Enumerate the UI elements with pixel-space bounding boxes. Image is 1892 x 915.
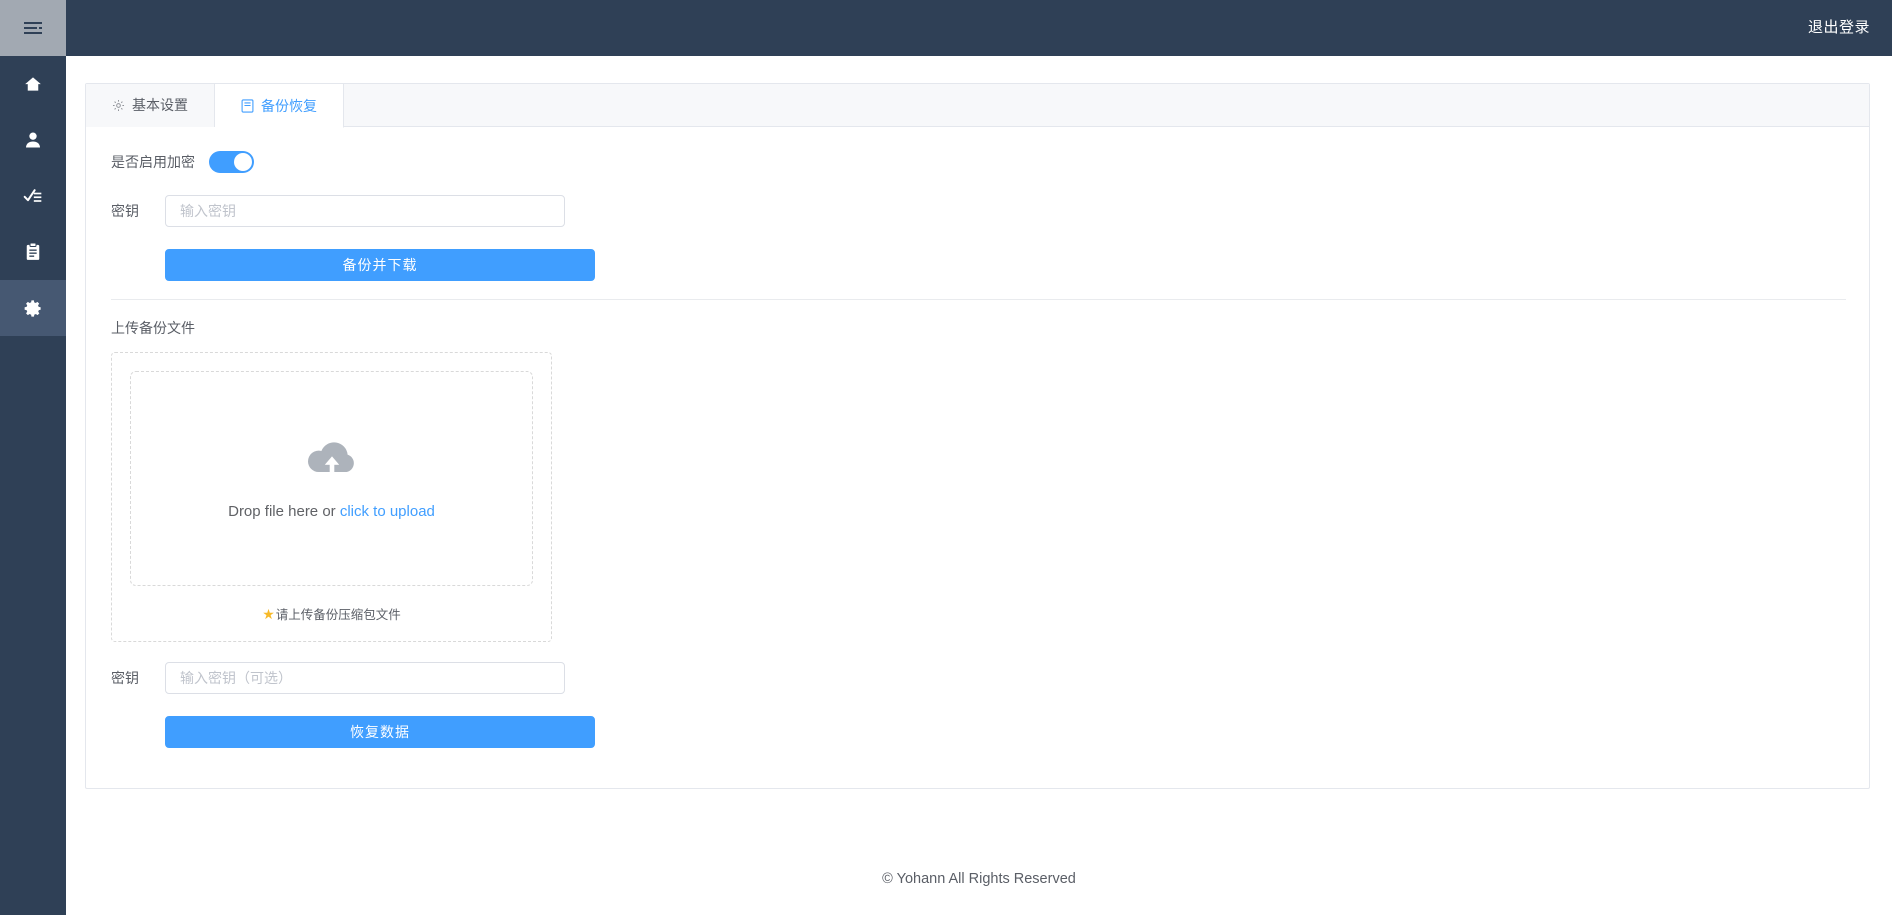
sidebar-nav-list xyxy=(0,56,66,336)
upload-drop-prefix: Drop file here or xyxy=(228,502,340,520)
sidebar-item-tasks[interactable] xyxy=(0,168,66,224)
backup-button-row: 备份并下载 xyxy=(165,249,1844,281)
footer-copyright: © Yohann All Rights Reserved xyxy=(882,871,1076,887)
sidebar xyxy=(0,0,66,915)
app-root: 退出登录 基本设置 备份恢复 是否启用加密 密钥 输入密钥 备份并下载 上传备份… xyxy=(0,0,1892,915)
backup-key-input[interactable] xyxy=(165,195,565,227)
upload-tip: ★ 请上传备份压缩包文件 xyxy=(130,604,533,623)
user-icon xyxy=(23,130,43,150)
section-divider xyxy=(111,299,1846,300)
upload-section-label: 上传备份文件 xyxy=(111,320,195,336)
encryption-toggle[interactable] xyxy=(209,151,254,173)
restore-data-button[interactable]: 恢复数据 xyxy=(165,716,595,748)
sidebar-item-home[interactable] xyxy=(0,56,66,112)
restore-key-label: 密钥 xyxy=(111,670,139,686)
gear-icon xyxy=(24,299,43,318)
backup-key-row: 密钥 xyxy=(111,195,1844,227)
content-area: 基本设置 备份恢复 是否启用加密 密钥 输入密钥 备份并下载 上传备份文件 Dr… xyxy=(66,56,1892,915)
restore-key-input[interactable] xyxy=(165,662,565,694)
gear-icon xyxy=(112,99,125,112)
upload-container: Drop file here or click to upload ★ 请上传备… xyxy=(111,352,552,642)
restore-section: 密钥 恢复数据 xyxy=(111,662,1844,748)
menu-toggle-button[interactable] xyxy=(0,0,66,56)
restore-key-row: 密钥 xyxy=(111,662,1844,694)
sidebar-item-user[interactable] xyxy=(0,112,66,168)
sidebar-item-settings[interactable] xyxy=(0,280,66,336)
tab-label: 基本设置 xyxy=(132,97,188,113)
backup-restore-panel: 是否启用加密 密钥 备份并下载 上传备份文件 xyxy=(86,127,1869,788)
tab-bar: 基本设置 备份恢复 xyxy=(86,84,1869,128)
tab-basic-settings[interactable]: 基本设置 xyxy=(86,84,215,127)
sidebar-item-records[interactable] xyxy=(0,224,66,280)
document-icon xyxy=(241,98,254,113)
backup-key-label: 密钥 xyxy=(111,203,139,219)
hamburger-icon xyxy=(24,21,42,35)
upload-drop-text: Drop file here or click to upload xyxy=(228,503,435,520)
encryption-label: 是否启用加密 xyxy=(111,154,195,170)
backup-download-button[interactable]: 备份并下载 xyxy=(165,249,595,281)
star-icon: ★ xyxy=(262,605,275,622)
restore-button-row: 恢复数据 xyxy=(165,716,1844,748)
clipboard-icon xyxy=(23,242,43,262)
upload-click-link[interactable]: click to upload xyxy=(340,503,435,520)
settings-card: 基本设置 备份恢复 是否启用加密 密钥 输入密钥 备份并下载 上传备份文件 Dr… xyxy=(85,83,1870,789)
upload-dropzone[interactable]: Drop file here or click to upload xyxy=(130,371,533,586)
cloud-upload-icon xyxy=(306,438,358,485)
upload-tip-text: 请上传备份压缩包文件 xyxy=(275,608,401,622)
top-header: 退出登录 xyxy=(66,0,1892,56)
checklist-icon xyxy=(23,186,43,206)
toggle-knob xyxy=(234,153,252,171)
logout-button[interactable]: 退出登录 xyxy=(1786,0,1892,56)
tab-bar-filler xyxy=(344,84,1869,126)
home-icon xyxy=(23,74,43,94)
encryption-row: 是否启用加密 xyxy=(111,151,1844,173)
tab-label: 备份恢复 xyxy=(261,97,317,114)
tab-backup-restore[interactable]: 备份恢复 xyxy=(215,84,344,128)
